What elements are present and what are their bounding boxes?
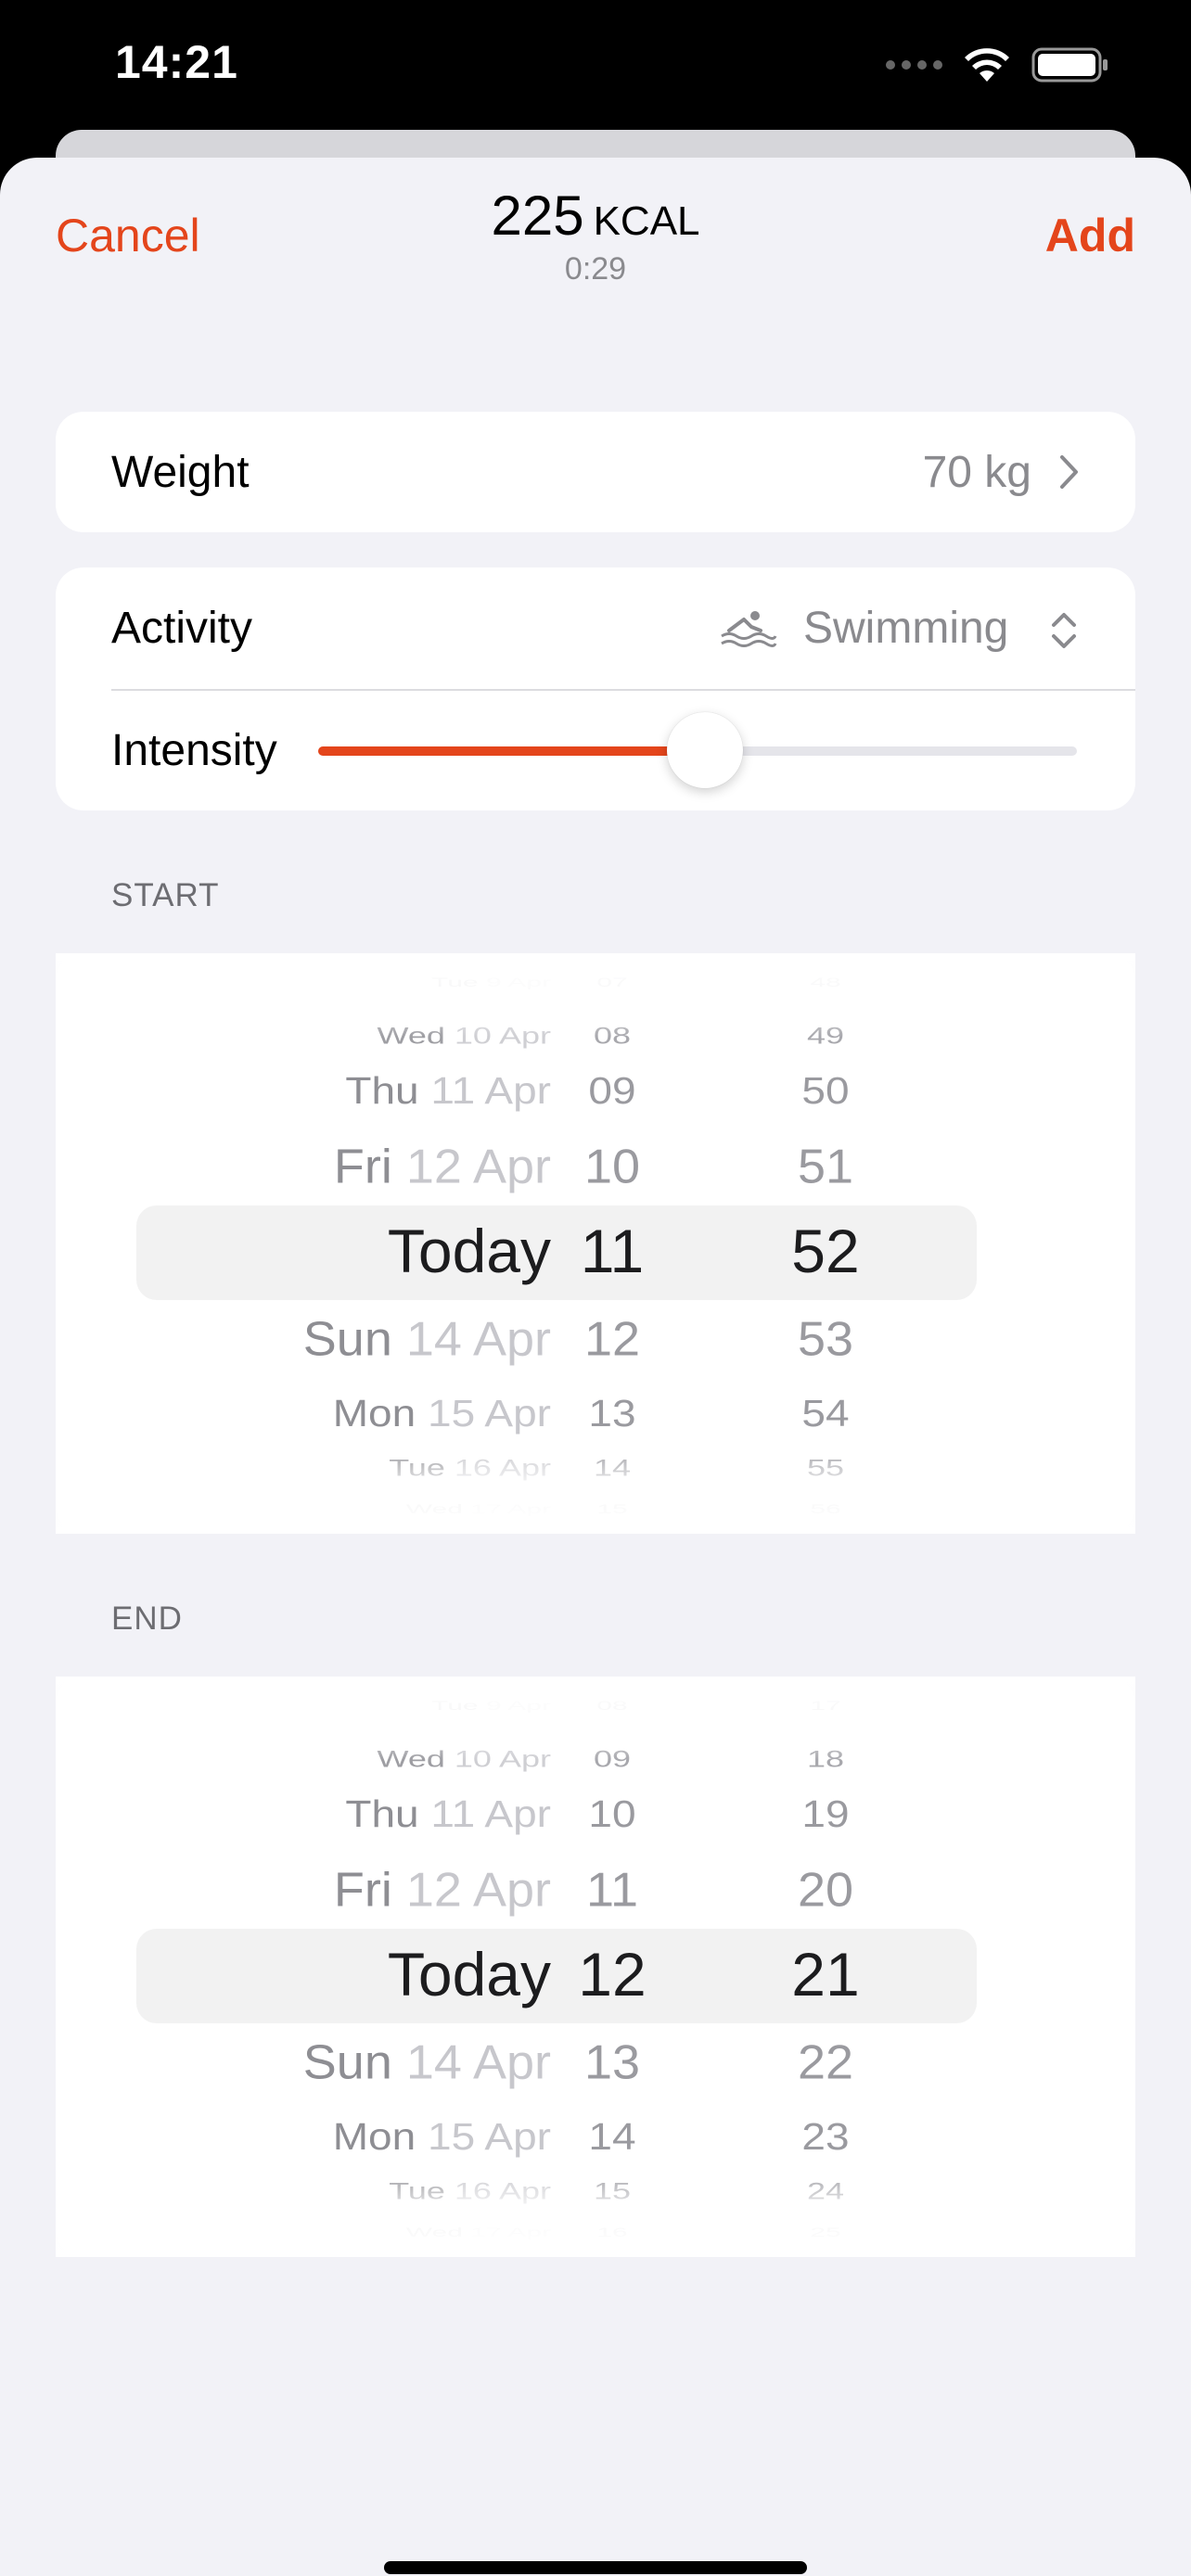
picker-date-item[interactable]: Wed 10 Apr: [378, 1022, 551, 1049]
picker-hour-item[interactable]: 15: [566, 1503, 659, 1517]
picker-hour-item[interactable]: 09: [566, 1745, 659, 1772]
add-button[interactable]: Add: [1045, 209, 1135, 262]
navigation-bar: Cancel 225 KCAL 0:29 Add: [0, 158, 1191, 334]
end-picker-wheel[interactable]: Tue 9 Apr Wed 10 Apr Thu 11 Apr Fri 12 Apr T…: [56, 1677, 1135, 2257]
status-time: 14:21: [115, 36, 238, 88]
activity-row[interactable]: Activity Swimming: [56, 567, 1135, 688]
status-bar: 14:21: [0, 0, 1191, 139]
picker-date-item[interactable]: Mon 15 Apr: [333, 1392, 551, 1436]
end-date-picker[interactable]: Tue 9 Apr Wed 10 Apr Thu 11 Apr Fri 12 Apr T…: [56, 1677, 1135, 2257]
picker-minute-item[interactable]: 20: [770, 1862, 881, 1918]
add-workout-sheet: Cancel 225 KCAL 0:29 Add Weight 70 kg Act…: [0, 158, 1191, 2576]
picker-minute-item[interactable]: 48: [770, 976, 881, 990]
picker-hour-item[interactable]: 07: [566, 976, 659, 990]
picker-hour-item[interactable]: 13: [566, 2034, 659, 2090]
picker-hour-item[interactable]: 10: [566, 1792, 659, 1837]
picker-hour-item[interactable]: 13: [566, 1392, 659, 1436]
picker-minute-item[interactable]: 19: [770, 1792, 881, 1837]
picker-minute-item[interactable]: 51: [770, 1139, 881, 1194]
picker-minute-item[interactable]: 53: [770, 1311, 881, 1367]
calories-value: 225: [491, 185, 584, 247]
picker-date-item[interactable]: Today: [388, 1939, 551, 2009]
picker-minute-item[interactable]: 18: [770, 1745, 881, 1772]
picker-date-item[interactable]: Fri 12 Apr: [334, 1139, 551, 1194]
swimming-icon: [721, 611, 777, 647]
calories-unit: KCAL: [593, 198, 700, 244]
picker-date-item[interactable]: Tue 9 Apr: [431, 1700, 551, 1714]
nav-title-group: 225 KCAL 0:29: [0, 184, 1191, 287]
activity-value: Swimming: [803, 604, 1009, 653]
picker-minute-item[interactable]: 22: [770, 2034, 881, 2090]
picker-date-item[interactable]: Wed 10 Apr: [378, 1745, 551, 1772]
slider-thumb[interactable]: [667, 712, 743, 788]
weight-label: Weight: [111, 448, 250, 497]
picker-minute-item[interactable]: 25: [770, 2226, 881, 2240]
calories-title: 225 KCAL: [0, 184, 1191, 248]
picker-date-item[interactable]: Tue 9 Apr: [431, 976, 551, 990]
end-section-header: END: [111, 1600, 183, 1637]
picker-minute-item[interactable]: 24: [770, 2177, 881, 2204]
cellular-signal-icon: [886, 60, 942, 70]
picker-minute-item[interactable]: 23: [770, 2115, 881, 2160]
chevron-right-icon: [1060, 455, 1078, 489]
picker-hour-item[interactable]: 12: [566, 1311, 659, 1367]
picker-date-item[interactable]: Wed 17 Apr: [406, 2226, 551, 2240]
picker-minute-item[interactable]: 55: [770, 1454, 881, 1481]
picker-hour-item[interactable]: 08: [566, 1700, 659, 1714]
start-section-header: START: [111, 877, 220, 913]
chevron-up-down-icon: [1052, 613, 1076, 648]
status-icons: [886, 46, 1111, 83]
picker-hour-item[interactable]: 11: [566, 1862, 659, 1918]
picker-minute-item[interactable]: 54: [770, 1392, 881, 1436]
wifi-icon: [965, 48, 1009, 82]
picker-date-item[interactable]: Thu 11 Apr: [345, 1069, 551, 1114]
picker-date-item[interactable]: Wed 17 Apr: [406, 1503, 551, 1517]
picker-minute-item[interactable]: 56: [770, 1503, 881, 1517]
battery-icon: [1031, 47, 1108, 83]
weight-value: 70 kg: [922, 448, 1031, 497]
picker-date-item[interactable]: Tue 16 Apr: [389, 1454, 551, 1481]
picker-date-item[interactable]: Mon 15 Apr: [333, 2115, 551, 2160]
picker-date-item[interactable]: Tue 16 Apr: [389, 2177, 551, 2204]
picker-hour-item[interactable]: 12: [566, 1939, 659, 2009]
weight-row[interactable]: Weight 70 kg: [56, 412, 1135, 532]
picker-hour-item[interactable]: 10: [566, 1139, 659, 1194]
picker-hour-item[interactable]: 14: [566, 1454, 659, 1481]
picker-date-item[interactable]: Thu 11 Apr: [345, 1792, 551, 1837]
picker-minute-item[interactable]: 52: [770, 1216, 881, 1286]
duration-subtitle: 0:29: [564, 251, 627, 287]
picker-hour-item[interactable]: 11: [566, 1216, 659, 1286]
intensity-slider[interactable]: [318, 712, 1077, 788]
home-indicator: [384, 2561, 807, 2574]
picker-hour-item[interactable]: 08: [566, 1022, 659, 1049]
picker-date-item[interactable]: Sun 14 Apr: [303, 1311, 551, 1367]
picker-hour-item[interactable]: 15: [566, 2177, 659, 2204]
activity-intensity-card: Activity Swimming Intensity: [56, 567, 1135, 810]
activity-label: Activity: [111, 604, 253, 653]
picker-minute-item[interactable]: 21: [770, 1939, 881, 2009]
start-date-picker[interactable]: Tue 9 Apr Wed 10 Apr Thu 11 Apr Fri 12 Apr T…: [56, 953, 1135, 1534]
start-picker-wheel[interactable]: Tue 9 Apr Wed 10 Apr Thu 11 Apr Fri 12 Apr T…: [56, 953, 1135, 1534]
picker-hour-item[interactable]: 16: [566, 2226, 659, 2240]
picker-hour-item[interactable]: 14: [566, 2115, 659, 2160]
slider-fill: [318, 746, 698, 756]
picker-date-item[interactable]: Sun 14 Apr: [303, 2034, 551, 2090]
picker-date-item[interactable]: Fri 12 Apr: [334, 1862, 551, 1918]
picker-minute-item[interactable]: 50: [770, 1069, 881, 1114]
picker-minute-item[interactable]: 49: [770, 1022, 881, 1049]
picker-minute-item[interactable]: 17: [770, 1700, 881, 1714]
intensity-label: Intensity: [111, 726, 277, 775]
intensity-row: Intensity: [56, 690, 1135, 810]
picker-hour-item[interactable]: 09: [566, 1069, 659, 1114]
picker-date-item[interactable]: Today: [388, 1216, 551, 1286]
